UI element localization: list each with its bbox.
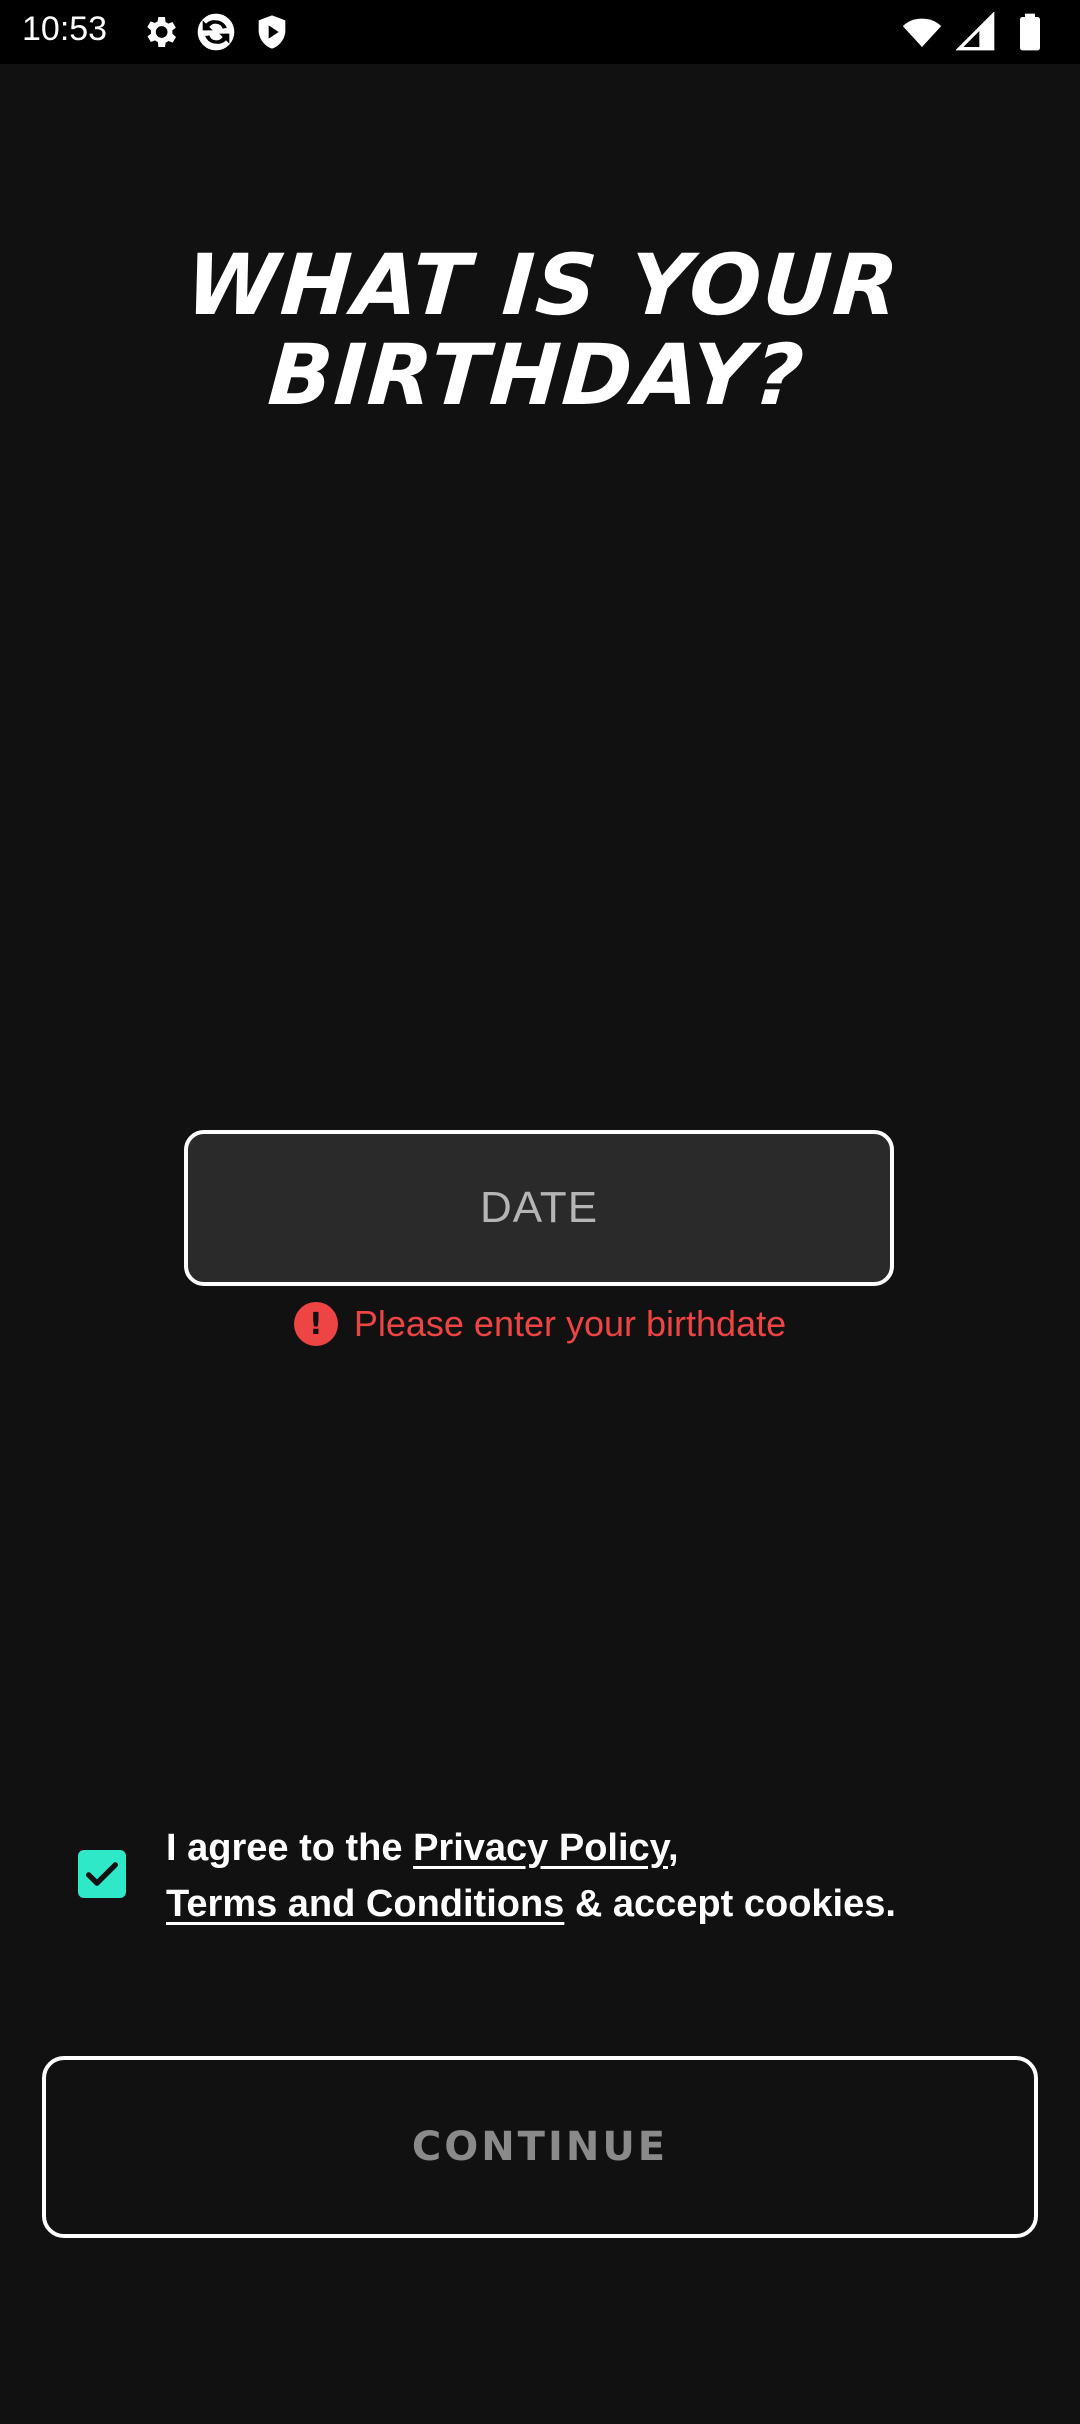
date-input[interactable]: DATE [184, 1130, 894, 1286]
gear-icon [147, 17, 176, 47]
title-line-1: WHAT IS YOUR [182, 236, 904, 334]
error-message: ! Please enter your birthdate [0, 1302, 1080, 1346]
battery-icon [1020, 13, 1040, 51]
status-icons-left [140, 12, 292, 52]
title-line-2: BIRTHDAY? [265, 326, 809, 424]
privacy-policy-link[interactable]: Privacy Policy [413, 1827, 668, 1869]
consent-comma: , [667, 1827, 679, 1869]
date-placeholder: DATE [479, 1183, 599, 1232]
error-text: Please enter your birthdate [353, 1303, 787, 1344]
consent-suffix: & accept cookies. [564, 1883, 896, 1925]
consent-checkbox[interactable] [78, 1850, 126, 1898]
terms-link[interactable]: Terms and Conditions [166, 1883, 564, 1925]
consent-prefix: I agree to the [166, 1827, 414, 1869]
consent-row: I agree to the Privacy Policy, Terms and … [78, 1820, 1038, 1940]
shield-icon [258, 15, 286, 49]
status-icons-right [902, 12, 1050, 52]
continue-label: CONTINUE [411, 2124, 669, 2170]
page-title: WHAT IS YOUR BIRTHDAY? [0, 236, 1080, 424]
exclamation-icon: ! [293, 1302, 338, 1346]
signal-icon [956, 12, 995, 51]
continue-button[interactable]: CONTINUE [42, 2056, 1038, 2238]
consent-text: I agree to the Privacy Policy, Terms and … [166, 1820, 1066, 1932]
sync-icon [197, 13, 235, 51]
status-time: 10:53 [22, 10, 108, 48]
wifi-icon [902, 18, 942, 47]
status-bar: 10:53 [0, 0, 1080, 64]
checkmark-icon [86, 1862, 119, 1886]
